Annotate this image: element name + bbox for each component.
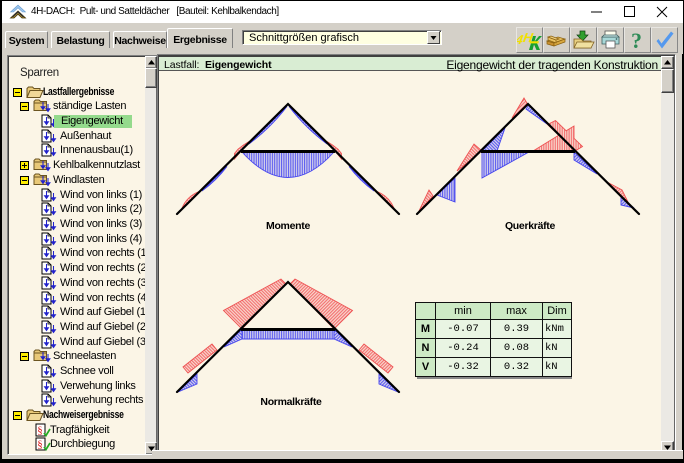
svg-text:Momente: Momente [266, 220, 310, 232]
svg-text:§: § [37, 425, 43, 437]
svg-text:Normalkräfte: Normalkräfte [260, 396, 322, 408]
svg-text:Querkräfte: Querkräfte [505, 220, 556, 232]
svg-text:§: § [37, 439, 43, 451]
svg-text:?: ? [631, 28, 642, 52]
